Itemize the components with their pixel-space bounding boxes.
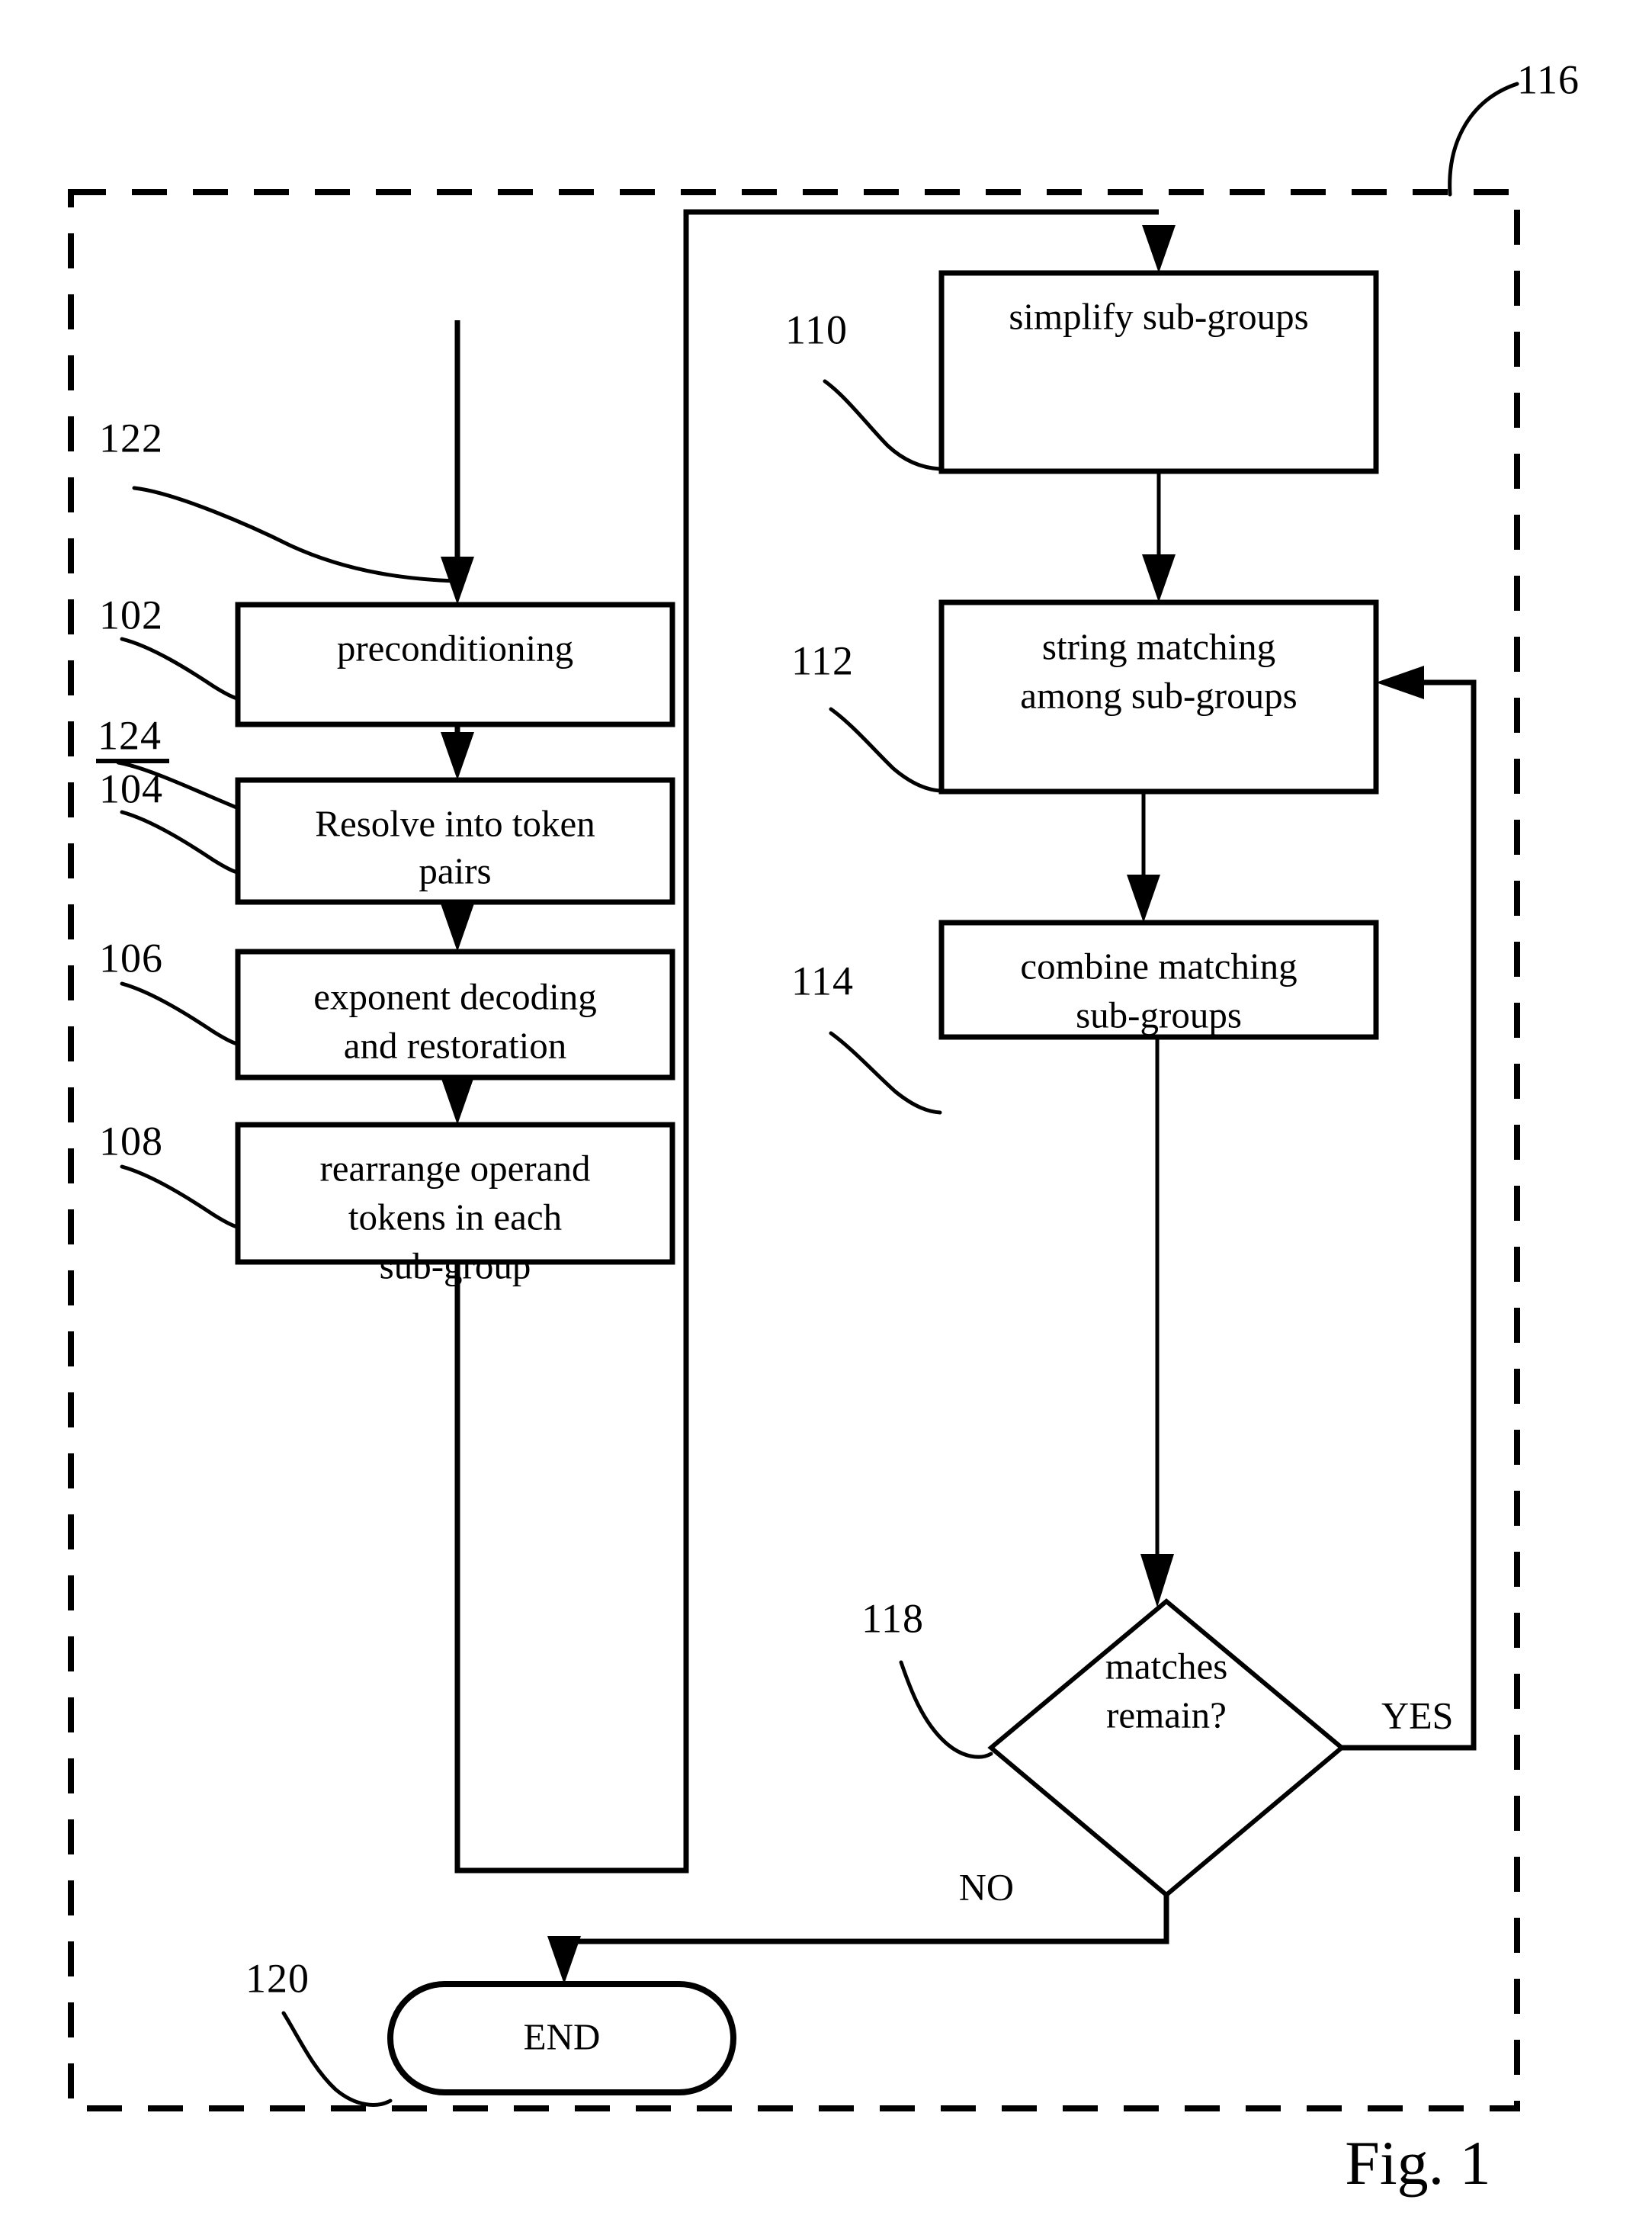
process-box-106-label-line2: and restoration [344, 1024, 567, 1066]
process-box-108-label-line1: rearrange operand [319, 1147, 590, 1189]
ref-numeral-102: 102 [99, 592, 163, 637]
ref-numeral-114: 114 [791, 958, 854, 1003]
ref-numeral-120: 120 [245, 1955, 310, 2001]
process-box-108-label-line3: sub-group [380, 1244, 531, 1286]
branch-label-yes: YES [1381, 1694, 1453, 1736]
decision-diamond-118-label-line1: matches [1105, 1645, 1228, 1687]
ref-numeral-124: 124 [98, 712, 162, 758]
ref-numeral-110: 110 [785, 307, 848, 352]
ref-numeral-122: 122 [99, 415, 163, 461]
ref-numeral-104: 104 [99, 766, 163, 811]
process-box-110-label: simplify sub-groups [1009, 295, 1308, 337]
process-box-106-label-line1: exponent decoding [313, 975, 596, 1017]
ref-numeral-112: 112 [791, 637, 854, 683]
patent-figure: 122 102 124 104 106 108 110 112 114 116 … [0, 0, 1652, 2222]
process-box-104-label-line1: Resolve into token [315, 802, 595, 844]
process-box-112-label-line1: string matching [1042, 625, 1275, 667]
ref-numeral-116: 116 [1517, 56, 1580, 102]
process-box-112-label-line2: among sub-groups [1020, 674, 1297, 716]
process-box-104-label-line2: pairs [419, 849, 491, 891]
process-box-108-label-line2: tokens in each [348, 1196, 562, 1238]
process-box-114-label-line2: sub-groups [1076, 994, 1242, 1036]
decision-diamond-118-label-line2: remain? [1106, 1694, 1227, 1736]
process-box-102-label: preconditioning [337, 627, 573, 669]
ref-numeral-118: 118 [861, 1595, 924, 1641]
process-box-114-label-line1: combine matching [1020, 945, 1297, 987]
terminator-end-120-label: END [524, 2015, 601, 2057]
ref-numeral-108: 108 [99, 1118, 163, 1164]
figure-caption: Fig. 1 [1345, 2128, 1490, 2198]
ref-numeral-106: 106 [99, 935, 163, 981]
branch-label-no: NO [959, 1865, 1014, 1908]
